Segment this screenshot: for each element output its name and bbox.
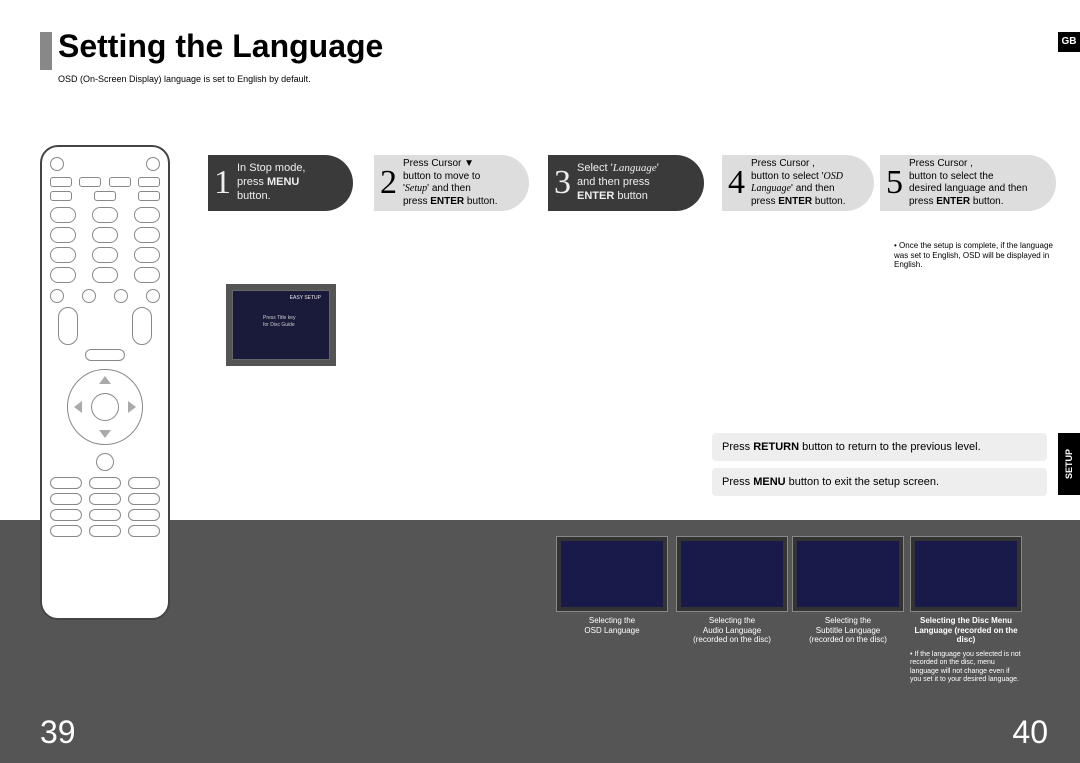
thumb-disc-menu-language: Selecting the Disc MenuLanguage (recorde… — [910, 536, 1022, 684]
step-3-label: 3 Select 'Language'and then pressENTER b… — [548, 155, 704, 211]
down-arrow-icon: ▼ — [464, 158, 474, 169]
step-number: 1 — [214, 162, 231, 205]
step-number: 3 — [554, 162, 571, 205]
note-setup-complete: • Once the setup is complete, if the lan… — [894, 241, 1069, 270]
thumb-osd-language: Selecting theOSD Language — [556, 536, 668, 635]
step-number: 4 — [728, 162, 745, 205]
step-2-label: 2 Press Cursor ▼button to move to'Setup'… — [374, 155, 529, 211]
hint-return: Press RETURN button to return to the pre… — [712, 433, 1047, 461]
step-number: 5 — [886, 162, 903, 205]
thumb-audio-language: Selecting theAudio Language(recorded on … — [676, 536, 788, 645]
step-4-label: 4 Press Cursor ,button to select 'OSDLan… — [722, 155, 874, 211]
hint-menu: Press MENU button to exit the setup scre… — [712, 468, 1047, 496]
remote-control-illustration — [40, 145, 170, 620]
page-subtitle: OSD (On-Screen Display) language is set … — [58, 74, 311, 84]
title-accent-bar — [40, 32, 52, 70]
page-number-left: 39 — [40, 714, 76, 751]
language-badge: GB — [1058, 32, 1080, 52]
step-1-label: 1 In Stop mode,press MENUbutton. — [208, 155, 353, 211]
section-tab-setup: SETUP — [1058, 433, 1080, 495]
thumb-subtitle-language: Selecting theSubtitle Language(recorded … — [792, 536, 904, 645]
step-number: 2 — [380, 162, 397, 205]
page-title: Setting the Language — [58, 28, 383, 65]
page-number-right: 40 — [1012, 714, 1048, 751]
step1-screenshot: EASY SETUP Press Title key for Disc Guid… — [226, 284, 336, 366]
step-5-label: 5 Press Cursor ,button to select thedesi… — [880, 155, 1056, 211]
